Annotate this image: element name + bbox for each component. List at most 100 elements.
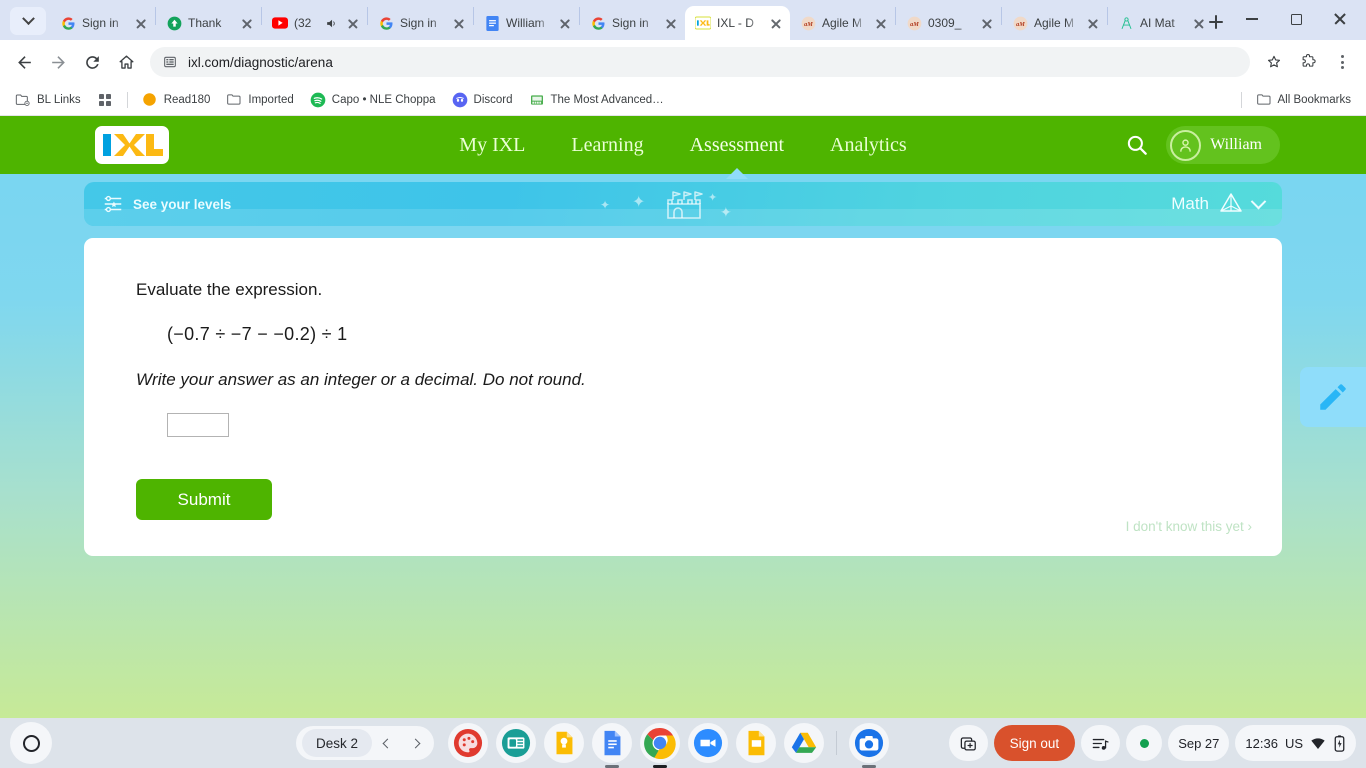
close-window-button[interactable]	[1318, 4, 1362, 34]
bookmark-item[interactable]: BL Links	[8, 88, 88, 112]
browser-tab[interactable]: aM 0309_	[896, 6, 1001, 40]
camera-app-icon[interactable]	[849, 723, 889, 768]
bookmark-label: Read180	[163, 93, 211, 106]
media-controls-button[interactable]	[1081, 725, 1121, 761]
home-button[interactable]	[110, 46, 142, 78]
am-icon: aM	[800, 15, 816, 31]
bookmark-star-button[interactable]	[1258, 46, 1290, 78]
tab-close-button[interactable]	[133, 15, 149, 31]
tab-close-button[interactable]	[345, 15, 361, 31]
paint-app-icon[interactable]	[448, 723, 488, 763]
nav-item-analytics[interactable]: Analytics	[830, 134, 907, 157]
folder-icon	[1256, 92, 1272, 108]
browser-tab[interactable]: aM Agile M	[1002, 6, 1107, 40]
reload-button[interactable]	[76, 46, 108, 78]
bookmark-label: Discord	[473, 93, 513, 106]
page-content: My IXL Learning Assessment Analytics Wil…	[0, 116, 1366, 768]
screen-capture-icon	[960, 736, 976, 750]
browser-tab[interactable]: Sign in	[580, 6, 685, 40]
bookmark-item[interactable]: Read180	[135, 88, 218, 112]
ixl-icon	[695, 15, 711, 31]
subject-selector[interactable]: Math	[1171, 191, 1267, 217]
extensions-button[interactable]	[1292, 46, 1324, 78]
address-bar[interactable]: ixl.com/diagnostic/arena	[150, 47, 1250, 77]
apps-grid-icon	[97, 92, 113, 108]
desk-label[interactable]: Desk 2	[302, 729, 373, 757]
wifi-icon	[1311, 738, 1325, 749]
tab-search-button[interactable]	[10, 7, 46, 35]
minimize-button[interactable]	[1230, 4, 1274, 34]
docs-app-icon[interactable]	[592, 723, 632, 768]
tab-close-button[interactable]	[873, 15, 889, 31]
chrome-menu-button[interactable]	[1326, 46, 1358, 78]
search-icon	[1128, 135, 1148, 155]
desk-next-button[interactable]	[402, 730, 428, 756]
battery-icon	[1334, 734, 1345, 752]
browser-tab[interactable]: Thank	[156, 6, 261, 40]
zoom-app-icon[interactable]	[688, 723, 728, 763]
chrome-icon	[644, 727, 676, 759]
screen-capture-button[interactable]	[948, 725, 988, 761]
home-icon	[118, 54, 134, 69]
browser-tab[interactable]: aM Agile M	[790, 6, 895, 40]
browser-tab[interactable]: Sign in	[368, 6, 473, 40]
tab-audio-icon[interactable]	[323, 15, 339, 31]
bookmark-item[interactable]: The Most Advanced…	[522, 88, 671, 112]
bookmark-label: The Most Advanced…	[550, 93, 664, 106]
chrome-app-icon[interactable]	[640, 723, 680, 768]
date-button[interactable]: Sep 27	[1168, 725, 1230, 761]
browser-tab[interactable]: AI Mat	[1108, 6, 1213, 40]
puzzle-icon	[1302, 54, 1316, 67]
browser-tab[interactable]: Sign in	[50, 6, 155, 40]
bookmark-item[interactable]: Imported	[219, 88, 300, 112]
tab-close-button[interactable]	[1085, 15, 1101, 31]
desk-prev-button[interactable]	[374, 730, 400, 756]
browser-window: Sign in Thank (32 Sign in William Sign in IXL …	[0, 0, 1366, 768]
level-bar[interactable]: See your levels ✦ ✦ ✦ ✦ Math	[84, 182, 1282, 226]
bookmark-item[interactable]	[90, 88, 120, 112]
answer-input[interactable]	[167, 413, 229, 437]
launcher-icon	[22, 734, 40, 752]
scratchpad-button[interactable]	[1300, 367, 1366, 427]
arrow-right-icon	[51, 55, 65, 69]
nav-item-my-ixl[interactable]: My IXL	[459, 134, 525, 157]
paint-icon	[453, 728, 483, 758]
tab-close-button[interactable]	[451, 15, 467, 31]
slides-app-icon[interactable]	[736, 723, 776, 763]
all-bookmarks-button[interactable]: All Bookmarks	[1249, 88, 1359, 112]
news-app-icon[interactable]	[496, 723, 536, 763]
nav-item-assessment[interactable]: Assessment	[690, 134, 784, 179]
dont-know-link[interactable]: I don't know this yet ›	[1126, 519, 1252, 534]
recording-indicator-button[interactable]	[1126, 725, 1163, 761]
zoom-icon	[693, 728, 723, 758]
maximize-button[interactable]	[1274, 4, 1318, 34]
tab-close-button[interactable]	[768, 15, 784, 31]
question-prompt: Evaluate the expression.	[136, 280, 323, 299]
tab-close-button[interactable]	[557, 15, 573, 31]
address-bar-url: ixl.com/diagnostic/arena	[188, 54, 333, 70]
new-tab-button[interactable]	[1202, 8, 1230, 36]
tab-close-button[interactable]	[663, 15, 679, 31]
tab-close-button[interactable]	[979, 15, 995, 31]
submit-button[interactable]: Submit	[136, 479, 272, 520]
sliders-icon	[104, 195, 122, 213]
tab-close-button[interactable]	[239, 15, 255, 31]
star-icon	[1267, 55, 1281, 68]
browser-tab[interactable]: (32	[262, 6, 367, 40]
am-icon: aM	[906, 15, 922, 31]
back-button[interactable]	[8, 46, 40, 78]
browser-tab-active[interactable]: IXL - D	[685, 6, 790, 40]
see-your-levels-label: See your levels	[133, 196, 232, 212]
bookmark-item[interactable]: Discord	[445, 88, 520, 112]
forward-button[interactable]	[42, 46, 74, 78]
sign-out-button[interactable]: Sign out	[993, 725, 1076, 761]
keep-app-icon[interactable]	[544, 723, 584, 763]
status-tray-button[interactable]: 12:36 US	[1235, 725, 1356, 761]
launcher-button[interactable]	[10, 722, 52, 764]
see-your-levels-link[interactable]: See your levels	[102, 193, 231, 215]
drive-app-icon[interactable]	[784, 723, 824, 763]
browser-tab[interactable]: William	[474, 6, 579, 40]
search-button[interactable]	[1124, 132, 1150, 158]
nav-item-learning[interactable]: Learning	[571, 134, 643, 157]
bookmark-item[interactable]: Capo • NLE Choppa	[303, 88, 443, 112]
